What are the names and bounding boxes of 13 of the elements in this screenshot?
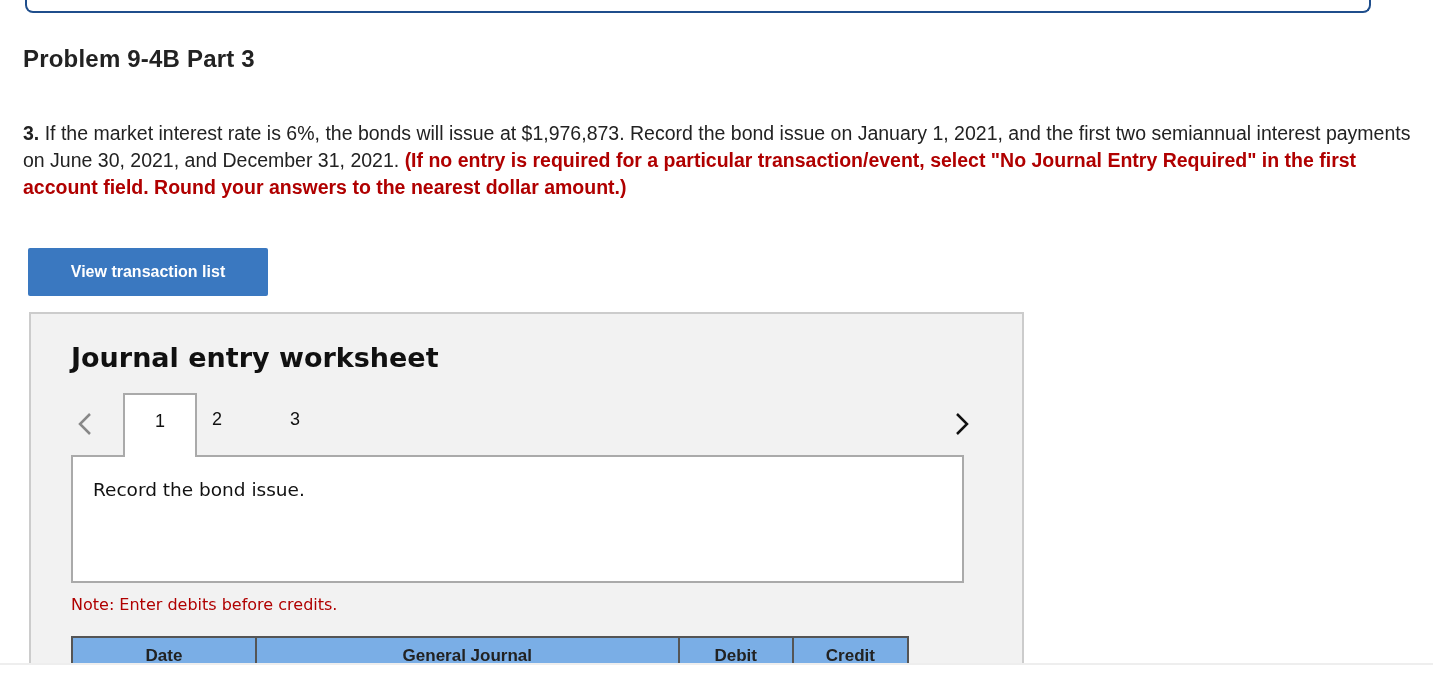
- column-header: General Journal: [255, 637, 679, 663]
- column-header: Credit: [792, 637, 908, 663]
- instructions-text: 3. If the market interest rate is 6%, the bonds will issue at $1,976,873. Record the bond issue on January 1, 2021, and the first two semiannual interest payments on June 30, 2021, and December 31, 2021. (If no entry is required for a particular transaction/event, select "No Journal Entry Required" in the first account field. Round your answers to the nearest dollar amount.): [23, 121, 1412, 200]
- note-text: Note: Enter debits before credits.: [71, 595, 339, 614]
- column-header: Date: [72, 637, 256, 663]
- column-header: Debit: [678, 637, 793, 663]
- entry-tab[interactable]: 1: [123, 393, 197, 457]
- entry-tab[interactable]: 3: [275, 393, 315, 455]
- view-transaction-list-button[interactable]: View transaction list: [28, 248, 268, 296]
- worksheet-title: Journal entry worksheet: [71, 342, 440, 373]
- entry-prompt: Record the bond issue.: [71, 455, 964, 583]
- entry-tab[interactable]: 2: [197, 393, 237, 455]
- problem-heading: Problem 9-4B Part 3: [23, 45, 256, 73]
